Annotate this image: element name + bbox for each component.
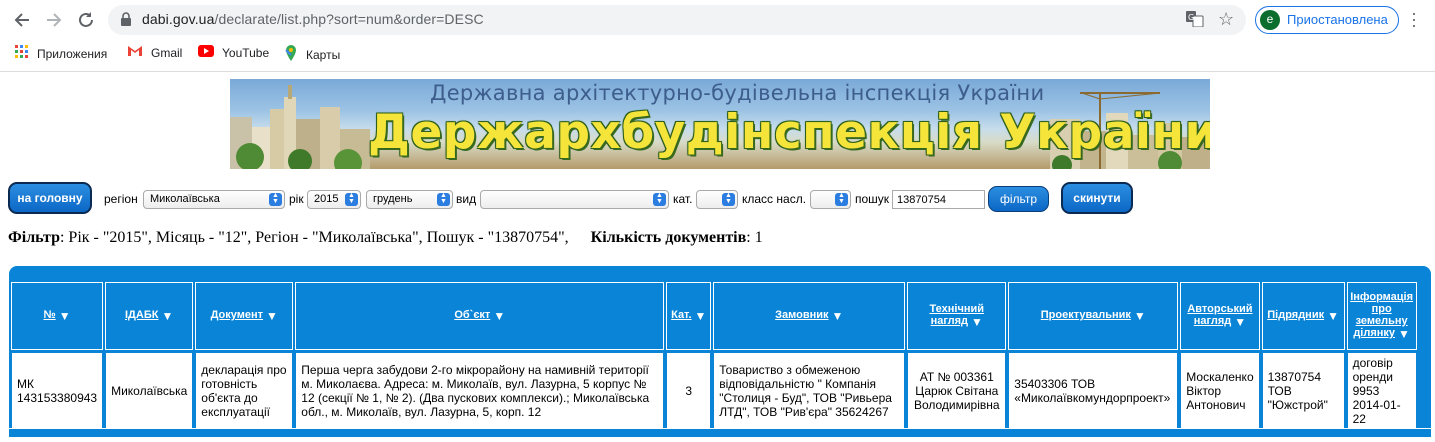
column-header-land-info[interactable]: Інформація про земельну ділянку ▼: [1346, 282, 1417, 350]
select-arrows-icon: ▲ ▼: [269, 192, 282, 206]
bookmark-label: Приложения: [37, 46, 108, 61]
profile-status-label: Приостановлена: [1287, 12, 1388, 27]
sort-arrow-icon: ▼: [1327, 309, 1339, 323]
cell-designer: 35403306 ТОВ «Миколаївкомундорпроект»: [1008, 352, 1179, 430]
cell-category: 3: [666, 352, 712, 430]
cell-document: декларація про готовність об'єкта до екс…: [195, 352, 294, 430]
sort-arrow-icon: ▼: [1398, 327, 1410, 341]
sort-arrow-icon: ▼: [1133, 309, 1146, 323]
table-header-row: № ▼ ІДАБК ▼ Документ ▼ Об`єкт ▼ Кат. ▼ Замовн…: [11, 282, 1417, 350]
select-arrows-icon: ▲ ▼: [722, 192, 735, 206]
column-header-author-supervision[interactable]: Авторський нагляд ▼: [1180, 282, 1260, 350]
column-header-document[interactable]: Документ ▼: [195, 282, 294, 350]
cell-customer: Товариство з обмеженою відповідальністю …: [713, 352, 906, 430]
bookmark-star-icon[interactable]: ☆: [1218, 9, 1234, 30]
cell-land-info: договір оренди 9953 2014-01-22: [1346, 352, 1417, 430]
search-label: пошук: [855, 192, 890, 206]
maps-icon: [284, 45, 298, 64]
cell-number: МК 143153380943: [11, 352, 104, 430]
year-select-value: 2015: [314, 193, 339, 205]
cell-author-supervision: Москаленко Віктор Антонович: [1180, 352, 1260, 430]
sort-arrow-icon: ▼: [1234, 315, 1247, 329]
bookmark-label: Gmail: [151, 45, 183, 60]
bookmark-youtube[interactable]: YouTube: [198, 45, 269, 60]
banner-subtitle: Державна архітектурно-будівельна інспекц…: [430, 81, 1045, 105]
column-header-customer[interactable]: Замовник ▼: [713, 282, 906, 350]
bookmark-label: Карты: [306, 47, 341, 62]
month-select[interactable]: грудень ▲ ▼: [366, 190, 453, 209]
filter-summary-label: Фільтр: [8, 229, 60, 246]
reset-button[interactable]: скинути: [1061, 182, 1133, 214]
select-arrows-icon: ▲ ▼: [345, 192, 358, 206]
month-select-value: грудень: [373, 193, 413, 205]
sort-arrow-icon: ▼: [161, 309, 174, 323]
youtube-icon: [198, 45, 214, 60]
column-header-contractor[interactable]: Підрядник ▼: [1261, 282, 1345, 350]
sort-arrow-icon: ▼: [694, 309, 707, 323]
reload-icon[interactable]: [74, 8, 98, 32]
banner-title: Держархбудінспекція України: [368, 105, 1210, 160]
lock-icon: [120, 12, 132, 31]
document-count-label: Кількість документів: [590, 229, 747, 246]
cell-tech-supervision: АТ № 003361 Царюк Світана Володимирівна: [907, 352, 1007, 430]
select-arrows-icon: ▲ ▼: [437, 192, 450, 206]
class-select[interactable]: ▲ ▼: [810, 190, 851, 209]
filter-summary: Фільтр: Рік - "2015", Місяць - "12", Рег…: [8, 229, 763, 247]
type-select[interactable]: ▲ ▼: [480, 190, 669, 209]
sort-arrow-icon: ▼: [493, 309, 506, 323]
bookmark-maps[interactable]: Карты: [284, 45, 340, 64]
year-select[interactable]: 2015 ▲ ▼: [307, 190, 361, 209]
back-arrow-icon[interactable]: [10, 8, 34, 32]
region-select-value: Миколаївська: [150, 193, 220, 205]
declarations-table: № ▼ ІДАБК ▼ Документ ▼ Об`єкт ▼ Кат. ▼ Замовн…: [9, 280, 1419, 432]
cell-idabk: Миколаївська: [105, 352, 194, 430]
avatar: e: [1260, 10, 1280, 30]
region-select[interactable]: Миколаївська ▲ ▼: [143, 190, 285, 209]
bookmark-gmail[interactable]: Gmail: [127, 45, 182, 60]
sort-arrow-icon: ▼: [266, 309, 278, 323]
filter-button[interactable]: фільтр: [988, 186, 1049, 212]
column-header-tech-supervision[interactable]: Технічний нагляд ▼: [907, 282, 1007, 350]
sort-arrow-icon: ▼: [58, 309, 71, 323]
select-arrows-icon: ▲ ▼: [835, 192, 848, 206]
cell-contractor: 13870754 ТОВ "Южстрой": [1261, 352, 1345, 430]
profile-button[interactable]: e Приостановлена: [1255, 6, 1399, 34]
bookmark-apps[interactable]: Приложения: [15, 45, 107, 62]
year-label: рік: [289, 192, 304, 206]
search-input[interactable]: [892, 190, 985, 209]
address-bar[interactable]: dabi.gov.ua/declarate/list.php?sort=num&…: [108, 5, 1246, 35]
category-select[interactable]: ▲ ▼: [696, 190, 738, 209]
class-label: класс насл.: [742, 192, 807, 206]
table-row: МК 143153380943 Миколаївська декларація …: [11, 352, 1417, 430]
column-header-idabk[interactable]: ІДАБК ▼: [105, 282, 194, 350]
browser-chrome: dabi.gov.ua/declarate/list.php?sort=num&…: [0, 0, 1435, 72]
column-header-object[interactable]: Об`єкт ▼: [295, 282, 665, 350]
sort-arrow-icon: ▼: [831, 309, 844, 323]
table-footer-bar: [9, 428, 1431, 437]
document-count-value: : 1: [746, 229, 763, 246]
category-label: кат.: [673, 192, 693, 206]
kebab-menu-icon[interactable]: · · ·: [1411, 4, 1417, 34]
bookmark-label: YouTube: [222, 45, 270, 60]
region-label: регіон: [104, 192, 138, 206]
header-banner: Державна архітектурно-будівельна інспекц…: [230, 79, 1210, 169]
sort-arrow-icon: ▼: [971, 315, 983, 329]
home-button[interactable]: на головну: [8, 182, 92, 214]
svg-text:G: G: [1188, 13, 1194, 22]
forward-arrow-icon[interactable]: [42, 8, 66, 32]
column-header-designer[interactable]: Проектувальник ▼: [1008, 282, 1179, 350]
cell-object: Перша черга забудови 2-го мікрорайону на…: [295, 352, 665, 430]
filter-summary-text: : Рік - "2015", Місяць - "12", Регіон - …: [59, 229, 569, 246]
declarations-table-container: № ▼ ІДАБК ▼ Документ ▼ Об`єкт ▼ Кат. ▼ Замовн…: [9, 266, 1431, 437]
select-arrows-icon: ▲ ▼: [653, 192, 666, 206]
apps-grid-icon: [15, 45, 29, 62]
url-text: dabi.gov.ua/declarate/list.php?sort=num&…: [142, 11, 484, 27]
column-header-category[interactable]: Кат. ▼: [666, 282, 712, 350]
type-label: вид: [456, 192, 477, 206]
translate-icon[interactable]: G: [1186, 11, 1204, 32]
column-header-number[interactable]: № ▼: [11, 282, 104, 350]
gmail-icon: [127, 45, 143, 60]
